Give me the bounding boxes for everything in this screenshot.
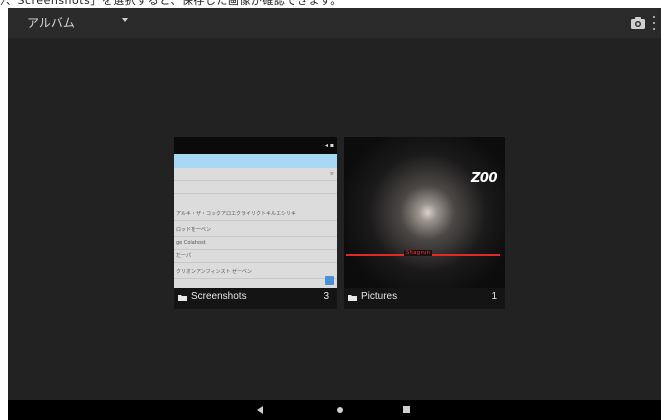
album-count: 3 bbox=[323, 291, 329, 302]
camera-icon[interactable] bbox=[630, 16, 646, 30]
thumbnail-row: クリオンアンフィンスト ゼーベン bbox=[174, 266, 337, 279]
thumbnail-row: アルキ・ザ・コックアロエクライリクトキルエシリキ bbox=[174, 208, 337, 221]
app-bar: アルバム bbox=[8, 8, 661, 38]
thumbnail-red-text: Shagrun bbox=[404, 250, 433, 256]
album-name: Screenshots bbox=[191, 291, 247, 302]
document-text: 〉、Screenshots」を選択すると、保存した画像が確認できます。 bbox=[0, 0, 342, 7]
album-caption: Pictures 1 bbox=[344, 288, 505, 309]
thumbnail-row: ge Colahost bbox=[174, 237, 337, 250]
album-name: Pictures bbox=[361, 291, 398, 302]
recents-icon[interactable] bbox=[403, 406, 410, 413]
thumbnail-row bbox=[174, 168, 337, 181]
thumbnail-row: ロッドを一ベン bbox=[174, 224, 337, 237]
album-thumbnail: ◂ ▪ アルキ・ザ・コックアロエクライリクトキルエシリキ ロッドを一ベン ge … bbox=[174, 137, 337, 288]
thumbnail-image bbox=[344, 137, 505, 288]
thumbnail-content: アルキ・ザ・コックアロエクライリクトキルエシリキ ロッドを一ベン ge Cola… bbox=[174, 168, 337, 288]
album-pictures[interactable]: Z00 Shagrun Pictures 1 bbox=[344, 137, 505, 309]
dropdown-arrow-icon[interactable] bbox=[122, 18, 128, 22]
thumbnail-status-bar: ◂ ▪ bbox=[174, 137, 337, 154]
thumbnail-scroll-icon: ≡ bbox=[329, 171, 334, 177]
folder-icon bbox=[348, 295, 357, 301]
home-icon[interactable] bbox=[337, 407, 343, 413]
thumbnail-app-bar bbox=[174, 154, 337, 168]
folder-icon bbox=[178, 295, 187, 301]
document-text-strip: 〉、Screenshots」を選択すると、保存した画像が確認できます。 bbox=[0, 0, 665, 8]
album-screenshots[interactable]: ◂ ▪ アルキ・ザ・コックアロエクライリクトキルエシリキ ロッドを一ベン ge … bbox=[174, 137, 337, 309]
album-caption: Screenshots 3 bbox=[174, 288, 337, 309]
navigation-bar bbox=[8, 400, 661, 420]
back-icon[interactable] bbox=[257, 406, 263, 414]
thumbnail-fab-icon bbox=[325, 276, 334, 285]
thumbnail-row bbox=[174, 181, 337, 194]
thumbnail-row: だーパ bbox=[174, 250, 337, 263]
album-selector-label[interactable]: アルバム bbox=[27, 14, 75, 31]
gallery-screen: アルバム ◂ ▪ アルキ・ザ・コックアロエクライリクトキルエシリキ ロッドを一ベ… bbox=[8, 8, 661, 400]
overflow-menu-icon[interactable] bbox=[652, 16, 656, 30]
album-count: 1 bbox=[491, 291, 497, 302]
thumbnail-logo: Z00 bbox=[470, 171, 498, 186]
album-thumbnail: Z00 Shagrun bbox=[344, 137, 505, 288]
